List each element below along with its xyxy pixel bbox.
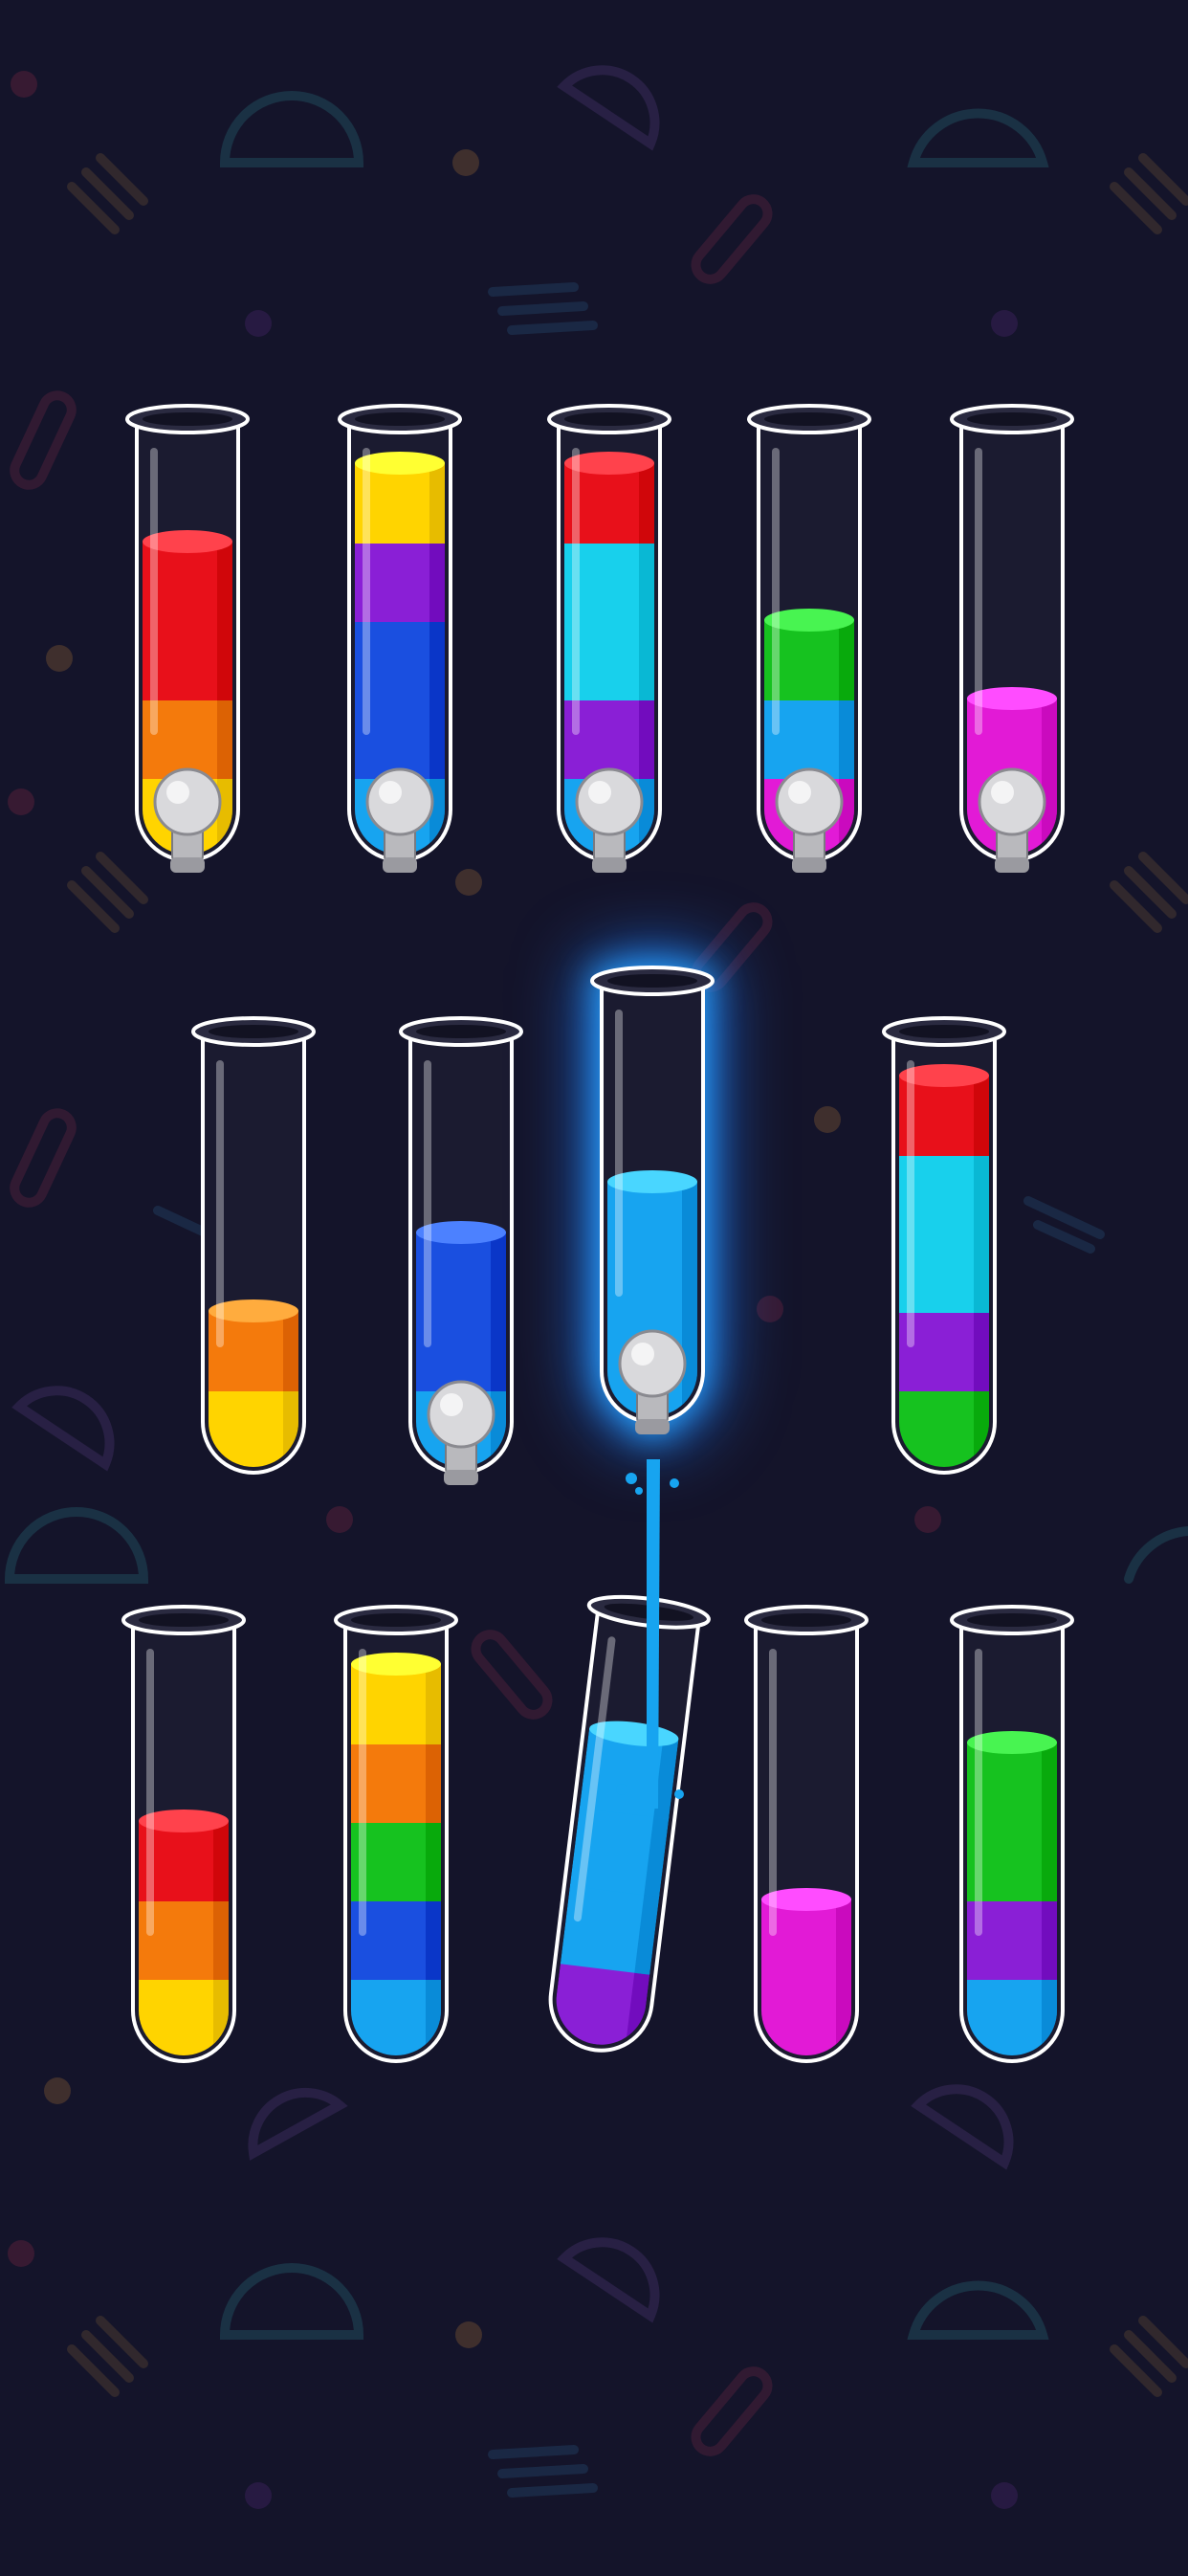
- tap-valve-icon: [427, 1380, 495, 1485]
- tube-r1c3[interactable]: [539, 390, 679, 898]
- tube-r2c1[interactable]: [184, 1003, 323, 1510]
- tube-r1c2[interactable]: [330, 390, 470, 898]
- tube-r3c5[interactable]: [942, 1591, 1082, 2099]
- tube-r3c4[interactable]: [737, 1591, 876, 2099]
- tap-valve-icon: [153, 767, 222, 873]
- tube-r2c3[interactable]: [583, 952, 722, 1459]
- tap-valve-icon: [775, 767, 844, 873]
- tap-valve-icon: [575, 767, 644, 873]
- tube-r1c5[interactable]: [942, 390, 1082, 898]
- tube-r3c1[interactable]: [114, 1591, 253, 2099]
- tube-r2c2[interactable]: [391, 1003, 531, 1510]
- tap-valve-icon: [978, 767, 1046, 873]
- tube-r1c4[interactable]: [739, 390, 879, 898]
- tube-r3c2[interactable]: [326, 1591, 466, 2099]
- tube-r2c4[interactable]: [874, 1003, 1014, 1510]
- tube-r1c1[interactable]: [118, 390, 257, 898]
- tap-valve-icon: [618, 1329, 687, 1434]
- tap-valve-icon: [365, 767, 434, 873]
- game-board: [0, 0, 1188, 2572]
- tube-r3c3[interactable]: [521, 1575, 722, 2096]
